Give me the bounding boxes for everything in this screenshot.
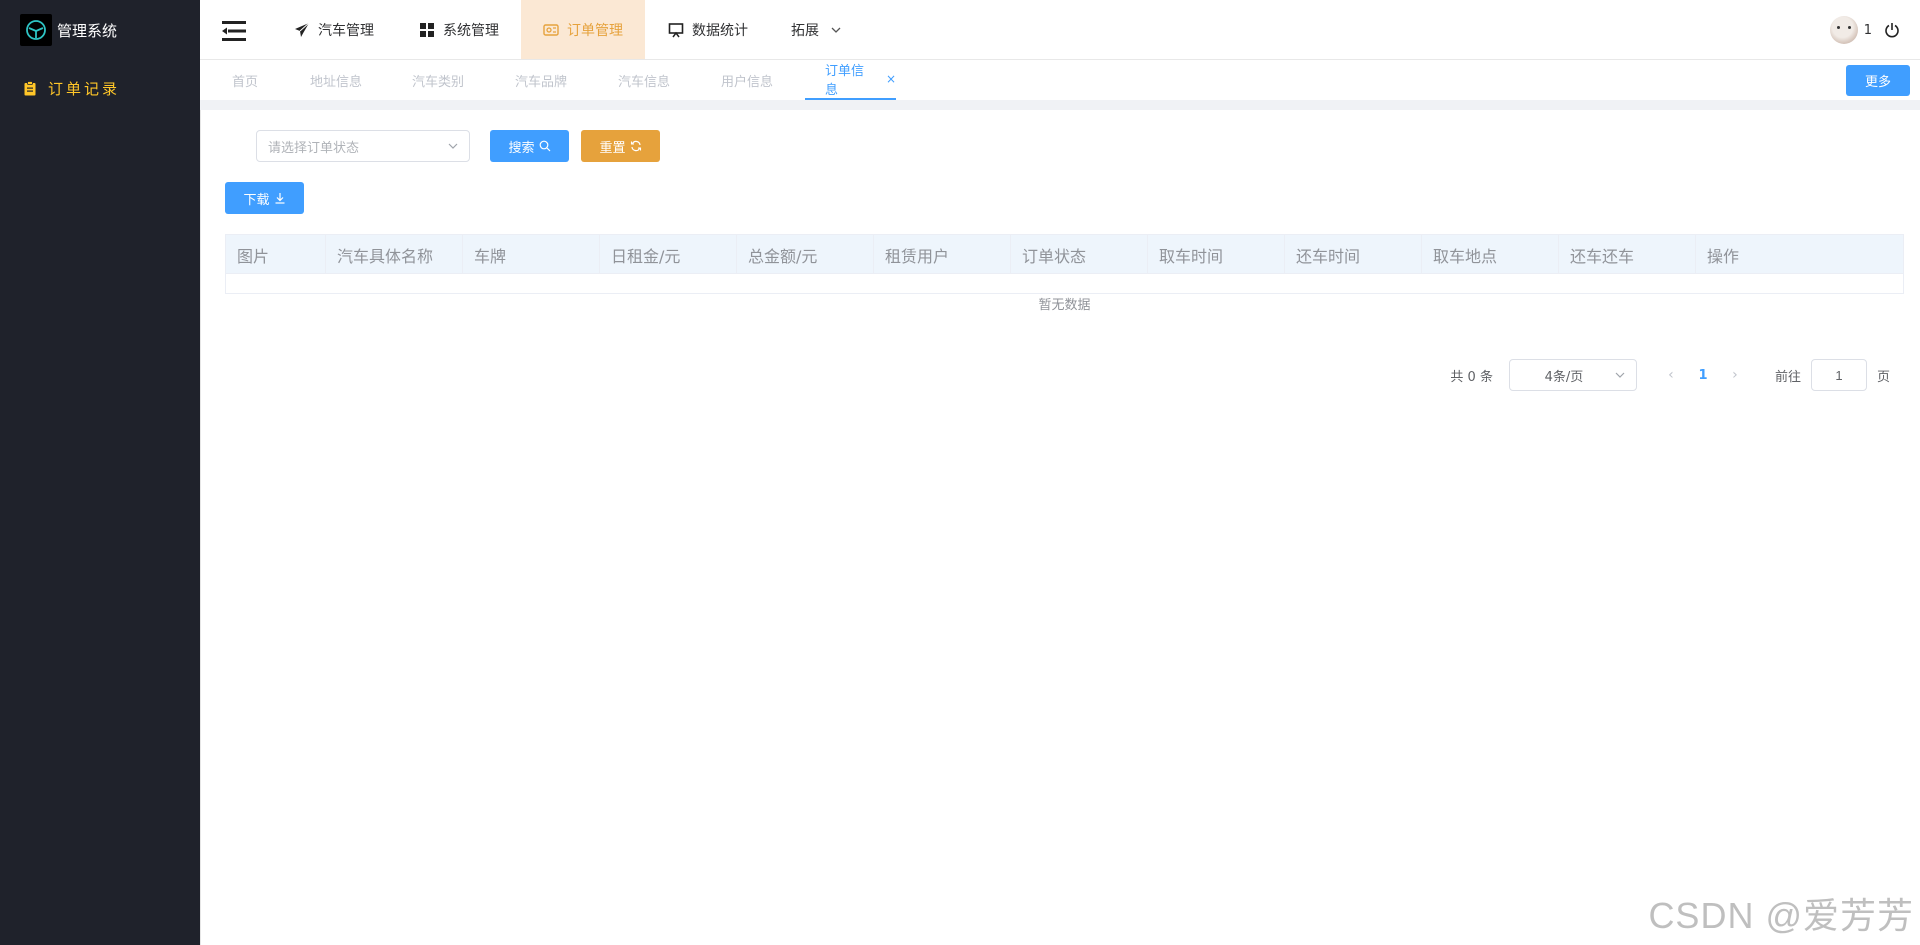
prev-page-icon[interactable]: ‹ — [1655, 367, 1687, 383]
power-icon[interactable] — [1884, 22, 1900, 38]
tab-label: 首页 — [232, 74, 259, 90]
logo[interactable]: 管理系统 — [20, 14, 117, 46]
nav-system-management[interactable]: 系统管理 — [419, 0, 499, 59]
button-label: 重置 — [599, 140, 626, 156]
close-icon[interactable]: × — [886, 72, 896, 86]
app-title: 管理系统 — [57, 21, 118, 40]
button-label: 下载 — [243, 192, 270, 208]
page-size-value: 4条/页 — [1544, 369, 1584, 385]
column-header: 租赁用户 — [874, 235, 1011, 274]
goto-suffix: 页 — [1876, 369, 1890, 385]
goto-label: 前往 — [1774, 369, 1801, 385]
user-count: 1 — [1863, 22, 1872, 38]
column-header: 日租金/元 — [600, 235, 737, 274]
watermark: CSDN @爱芳芳 — [1648, 895, 1914, 936]
tab-label: 汽车类别 — [412, 74, 465, 90]
top-navbar: 汽车管理 系统管理 订单管理 数据统计 拓展 1 — [200, 0, 1920, 60]
more-button[interactable]: 更多 — [1846, 65, 1910, 96]
nav-label: 拓展 — [791, 22, 819, 39]
tab-car-category[interactable]: 汽车类别 — [412, 60, 464, 100]
user-menu[interactable]: 1 — [1829, 16, 1900, 44]
search-button[interactable]: 搜索 — [490, 130, 569, 162]
presentation-icon — [668, 22, 684, 37]
ticket-icon — [543, 23, 559, 36]
download-button[interactable]: 下载 — [225, 182, 304, 214]
refresh-icon — [630, 140, 641, 152]
paper-plane-icon — [295, 22, 310, 37]
reset-button[interactable]: 重置 — [581, 130, 660, 162]
nav-label: 汽车管理 — [318, 22, 374, 39]
orders-table: 图片 汽车具体名称 车牌 日租金/元 总金额/元 租赁用户 订单状态 取车时间 … — [225, 234, 1904, 313]
tab-label: 订单信息 — [825, 64, 865, 98]
clipboard-icon — [24, 81, 36, 96]
column-header: 订单状态 — [1011, 235, 1148, 274]
chevron-down-icon — [1615, 372, 1625, 378]
nav-label: 订单管理 — [567, 22, 623, 39]
nav-extend[interactable]: 拓展 — [791, 0, 841, 59]
total-count: 共 0 条 — [1450, 369, 1493, 385]
tab-order-info[interactable]: 订单信息 × — [805, 60, 896, 100]
column-header: 还车还车 — [1559, 235, 1696, 274]
nav-order-management[interactable]: 订单管理 — [521, 0, 645, 59]
button-label: 搜索 — [508, 140, 535, 156]
column-header: 取车地点 — [1422, 235, 1559, 274]
select-placeholder: 请选择订单状态 — [268, 140, 360, 156]
grid-icon — [420, 22, 434, 37]
search-icon — [539, 140, 550, 152]
pagination: 共 0 条 4条/页 ‹ 1 › 前往 页 — [1450, 359, 1890, 391]
nav-data-statistics[interactable]: 数据统计 — [668, 0, 748, 59]
sidebar: 管理系统 订单记录 — [0, 0, 200, 945]
sidebar-item-order-records[interactable]: 订单记录 — [24, 78, 120, 99]
chevron-down-icon — [831, 27, 841, 33]
goto-page-input[interactable] — [1810, 359, 1867, 391]
main-content: 请选择订单状态 搜索 重置 下载 图片 汽车具体名称 车牌 日租金/元 总金额/… — [200, 110, 1920, 945]
column-header: 取车时间 — [1148, 235, 1285, 274]
hamburger-menu-icon[interactable] — [222, 20, 246, 42]
chevron-down-icon — [448, 143, 458, 149]
column-header: 车牌 — [463, 235, 600, 274]
tab-label: 汽车信息 — [618, 74, 671, 90]
nav-label: 数据统计 — [692, 22, 748, 39]
nav-label: 系统管理 — [443, 22, 499, 39]
column-header: 操作 — [1707, 246, 1740, 266]
order-status-select[interactable]: 请选择订单状态 — [256, 130, 470, 162]
tab-address-info[interactable]: 地址信息 — [310, 60, 362, 100]
nav-car-management[interactable]: 汽车管理 — [294, 0, 374, 59]
tags-bar: 首页 地址信息 汽车类别 汽车品牌 汽车信息 用户信息 订单信息 × 更多 — [200, 60, 1920, 100]
tab-label: 地址信息 — [310, 74, 363, 90]
page-size-select[interactable]: 4条/页 — [1508, 359, 1637, 391]
download-icon — [275, 193, 284, 204]
sidebar-item-label: 订单记录 — [48, 80, 121, 98]
divider — [200, 100, 1920, 110]
column-header: 图片 — [226, 235, 326, 274]
column-header: 总金额/元 — [737, 235, 874, 274]
empty-state: 暂无数据 — [1038, 298, 1091, 313]
tab-car-brand[interactable]: 汽车品牌 — [515, 60, 567, 100]
next-page-icon[interactable]: › — [1719, 367, 1751, 383]
column-header: 汽车具体名称 — [326, 235, 463, 274]
page-number[interactable]: 1 — [1687, 368, 1719, 383]
table-header: 图片 汽车具体名称 车牌 日租金/元 总金额/元 租赁用户 订单状态 取车时间 … — [226, 235, 1903, 274]
tab-label: 用户信息 — [721, 74, 774, 90]
column-header: 还车时间 — [1285, 235, 1422, 274]
tab-label: 汽车品牌 — [515, 74, 568, 90]
tab-car-info[interactable]: 汽车信息 — [618, 60, 670, 100]
logo-icon — [20, 14, 52, 46]
avatar[interactable] — [1829, 16, 1858, 44]
tab-home[interactable]: 首页 — [232, 60, 258, 100]
tab-user-info[interactable]: 用户信息 — [721, 60, 773, 100]
